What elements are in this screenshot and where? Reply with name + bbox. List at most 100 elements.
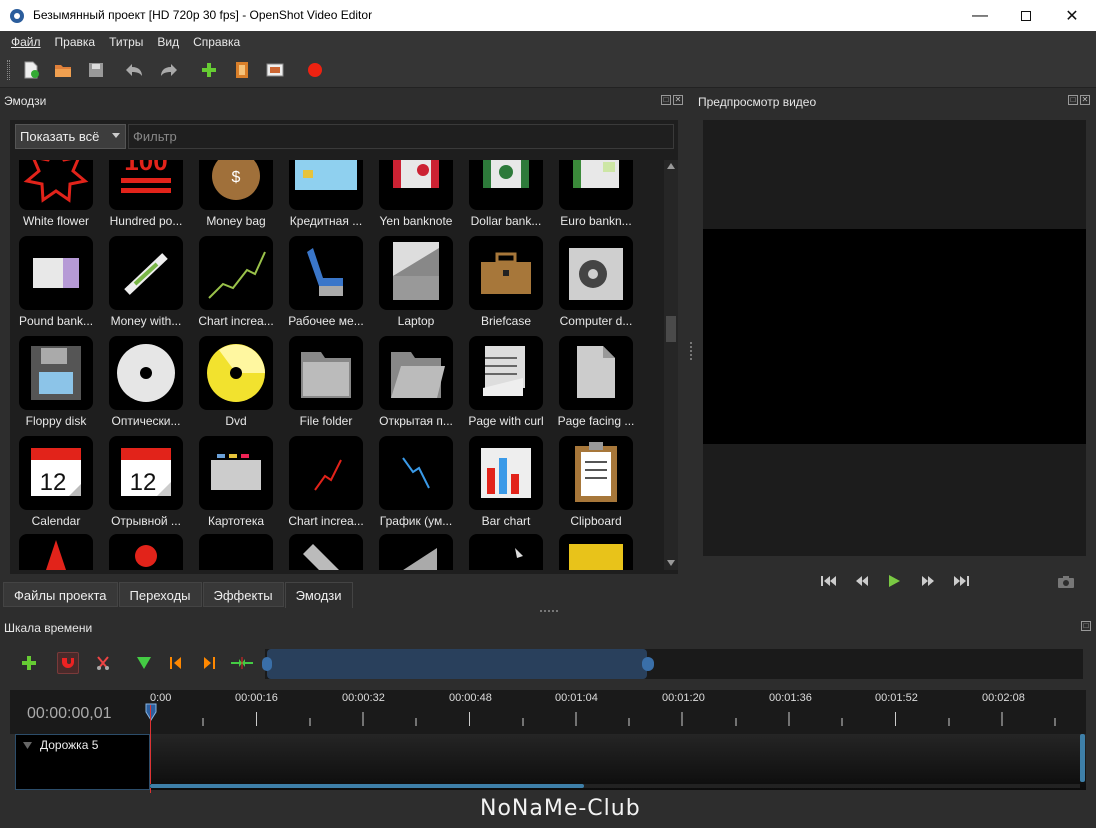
timeline-panel-title: Шкала времени bbox=[4, 621, 93, 635]
save-project-button[interactable] bbox=[85, 59, 107, 81]
emoji-item[interactable] bbox=[460, 534, 550, 570]
zoom-handle-right[interactable] bbox=[642, 657, 654, 671]
new-project-button[interactable] bbox=[20, 59, 42, 81]
menu-edit[interactable]: Правка bbox=[48, 35, 103, 49]
play-button[interactable] bbox=[884, 571, 904, 591]
tab-effects[interactable]: Эффекты bbox=[202, 582, 284, 607]
skip-end-icon bbox=[954, 576, 969, 586]
collapse-triangle-icon[interactable] bbox=[23, 742, 32, 749]
add-marker-button[interactable] bbox=[133, 652, 155, 674]
emoji-item[interactable]: Оптически... bbox=[100, 336, 190, 436]
tab-project-files[interactable]: Файлы проекта bbox=[3, 582, 118, 607]
emoji-item[interactable]: Page facing ... bbox=[550, 336, 640, 436]
center-timeline-button[interactable] bbox=[231, 652, 253, 674]
emoji-item[interactable]: Chart increa... bbox=[280, 436, 370, 536]
playhead[interactable] bbox=[150, 705, 151, 793]
emoji-item[interactable]: Yen banknote bbox=[370, 160, 460, 236]
emoji-item[interactable]: Pound bank... bbox=[10, 236, 100, 336]
new-file-icon bbox=[24, 61, 39, 79]
tab-transitions[interactable]: Переходы bbox=[118, 582, 202, 607]
emoji-item[interactable]: File folder bbox=[280, 336, 370, 436]
previous-marker-button[interactable] bbox=[165, 652, 187, 674]
rewind-button[interactable] bbox=[852, 571, 872, 591]
emoji-item[interactable]: 12 Calendar bbox=[10, 436, 100, 536]
snapping-toggle[interactable] bbox=[57, 652, 79, 674]
snapshot-button[interactable] bbox=[1056, 571, 1076, 591]
emoji-item[interactable]: Laptop bbox=[370, 236, 460, 336]
scrollbar-thumb[interactable] bbox=[666, 316, 676, 342]
tab-emoji[interactable]: Эмодзи bbox=[284, 582, 353, 608]
playhead-marker-icon[interactable] bbox=[144, 702, 158, 722]
float-icon[interactable]: □ bbox=[1081, 621, 1091, 631]
zoom-range-selection[interactable] bbox=[267, 649, 647, 679]
emoji-item[interactable] bbox=[550, 534, 640, 570]
timeline-scrollbar[interactable] bbox=[150, 784, 1080, 788]
redo-button[interactable] bbox=[158, 59, 180, 81]
emoji-item[interactable]: Картотека bbox=[190, 436, 280, 536]
float-icon[interactable]: □ bbox=[1068, 95, 1078, 105]
jump-end-button[interactable] bbox=[951, 571, 971, 591]
close-panel-icon[interactable]: ✕ bbox=[673, 95, 683, 105]
emoji-item[interactable] bbox=[280, 534, 370, 570]
menu-titles[interactable]: Титры bbox=[102, 35, 150, 49]
emoji-item[interactable] bbox=[370, 534, 460, 570]
emoji-item[interactable]: Floppy disk bbox=[10, 336, 100, 436]
razor-tool-button[interactable] bbox=[92, 652, 114, 674]
scroll-up-icon[interactable] bbox=[667, 163, 675, 169]
skip-start-icon bbox=[821, 576, 836, 586]
zoom-slider[interactable] bbox=[262, 649, 1083, 679]
emoji-item[interactable]: Bar chart bbox=[460, 436, 550, 536]
fast-forward-button[interactable] bbox=[918, 571, 938, 591]
emoji-item[interactable]: Кредитная ... bbox=[280, 160, 370, 236]
emoji-item[interactable]: 12 Отрывной ... bbox=[100, 436, 190, 536]
zoom-handle-left[interactable] bbox=[262, 657, 272, 671]
maximize-button[interactable] bbox=[1003, 0, 1049, 31]
track-header[interactable]: Дорожка 5 bbox=[15, 734, 150, 790]
emoji-item[interactable]: 100 Hundred po... bbox=[100, 160, 190, 236]
emoji-item[interactable]: Euro bankn... bbox=[550, 160, 640, 236]
emoji-item[interactable]: Dollar bank... bbox=[460, 160, 550, 236]
emoji-item[interactable]: Page with curl bbox=[460, 336, 550, 436]
emoji-item[interactable]: Money with... bbox=[100, 236, 190, 336]
float-icon[interactable]: □ bbox=[661, 95, 671, 105]
toolbar-grip[interactable] bbox=[7, 60, 10, 80]
open-project-button[interactable] bbox=[52, 59, 74, 81]
tick-label: 00:00:48 bbox=[449, 692, 492, 704]
profile-button[interactable] bbox=[231, 59, 253, 81]
emoji-item[interactable]: Открытая п... bbox=[370, 336, 460, 436]
emoji-item[interactable]: $ Money bag bbox=[190, 160, 280, 236]
emoji-item[interactable]: Dvd bbox=[190, 336, 280, 436]
import-files-button[interactable] bbox=[198, 59, 220, 81]
emoji-item[interactable] bbox=[10, 534, 100, 570]
scroll-down-icon[interactable] bbox=[667, 560, 675, 566]
emoji-filter-input[interactable] bbox=[128, 124, 674, 149]
menu-help[interactable]: Справка bbox=[186, 35, 247, 49]
scrollbar-thumb[interactable] bbox=[150, 784, 584, 788]
track-end-handle[interactable] bbox=[1080, 734, 1085, 782]
emoji-item[interactable]: White flower bbox=[10, 160, 100, 236]
close-button[interactable]: ✕ bbox=[1049, 0, 1095, 31]
emoji-item[interactable]: Briefcase bbox=[460, 236, 550, 336]
menu-file[interactable]: Файл bbox=[4, 35, 48, 49]
emoji-item[interactable]: Chart increa... bbox=[190, 236, 280, 336]
close-panel-icon[interactable]: ✕ bbox=[1080, 95, 1090, 105]
emoji-item[interactable]: Рабочее ме... bbox=[280, 236, 370, 336]
emoji-item[interactable] bbox=[190, 534, 280, 570]
jump-start-button[interactable] bbox=[819, 571, 839, 591]
minimize-button[interactable]: — bbox=[957, 0, 1003, 31]
splitter-handle[interactable] bbox=[540, 610, 558, 613]
undo-button[interactable] bbox=[123, 59, 145, 81]
emoji-item[interactable] bbox=[100, 534, 190, 570]
menu-view[interactable]: Вид bbox=[150, 35, 186, 49]
emoji-scrollbar[interactable] bbox=[664, 160, 678, 570]
track-body[interactable] bbox=[150, 734, 1086, 790]
emoji-item[interactable]: График (ум... bbox=[370, 436, 460, 536]
next-marker-button[interactable] bbox=[198, 652, 220, 674]
emoji-item[interactable]: Clipboard bbox=[550, 436, 640, 536]
export-video-button[interactable] bbox=[304, 59, 326, 81]
vertical-splitter-handle[interactable] bbox=[690, 342, 693, 360]
fullscreen-button[interactable] bbox=[264, 59, 286, 81]
emoji-category-select[interactable]: Показать всё bbox=[15, 124, 126, 149]
emoji-item[interactable]: Computer d... bbox=[550, 236, 640, 336]
add-track-button[interactable] bbox=[18, 652, 40, 674]
